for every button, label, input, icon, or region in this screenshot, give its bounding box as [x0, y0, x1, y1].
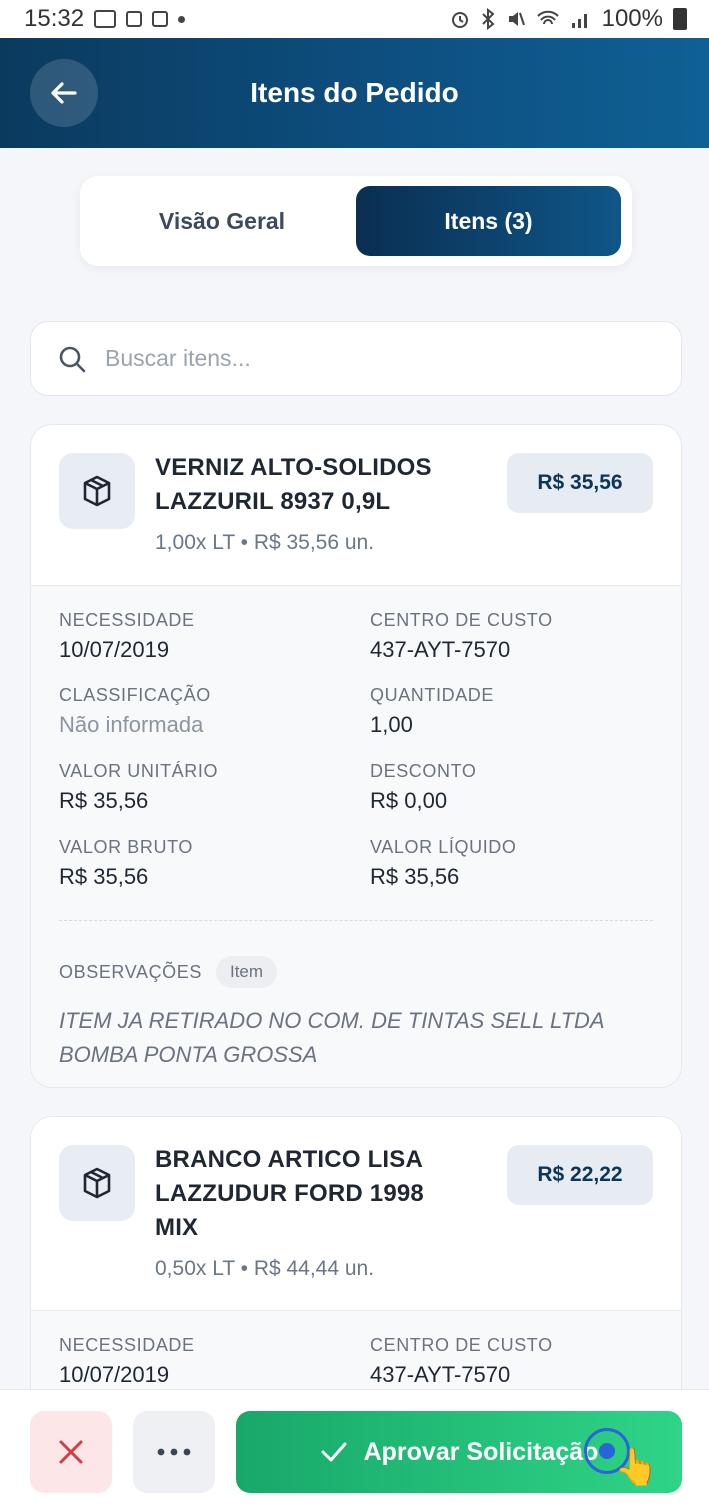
item-unit-price: R$ 35,56 un. — [253, 531, 375, 554]
close-icon — [59, 1440, 83, 1464]
field-necessidade: NECESSIDADE 10/07/2019 — [59, 610, 195, 663]
observations-header: OBSERVAÇÕES Item — [59, 956, 278, 988]
divider — [59, 920, 653, 921]
item-name-line: LAZZURIL 8937 0,9L — [155, 488, 391, 515]
tab-overview[interactable]: Visão Geral — [90, 186, 354, 256]
battery-percent: 100% — [601, 5, 663, 32]
field-valor-bruto: VALOR BRUTO R$ 35,56 — [59, 837, 193, 890]
search-bar — [30, 321, 682, 396]
field-value: 10/07/2019 — [59, 637, 170, 662]
reject-button[interactable] — [30, 1411, 112, 1493]
more-horizontal-icon — [157, 1448, 191, 1456]
notification-icon — [126, 11, 143, 27]
notification-icon — [152, 11, 169, 27]
item-total-badge: R$ 22,22 — [507, 1145, 653, 1205]
item-name-line: VERNIZ ALTO-SOLIDOS — [155, 454, 432, 481]
item-name: VERNIZ ALTO-SOLIDOS LAZZURIL 8937 0,9L — [155, 451, 485, 519]
field-necessidade: NECESSIDADE 10/07/2019 — [59, 1335, 195, 1388]
app-bar: Itens do Pedido — [0, 38, 709, 148]
field-value: R$ 35,56 — [59, 864, 149, 889]
check-icon — [321, 1442, 347, 1462]
arrow-left-icon — [51, 82, 77, 104]
field-value: 10/07/2019 — [59, 1362, 170, 1387]
field-quantidade: QUANTIDADE 1,00 — [370, 685, 494, 738]
item-details: NECESSIDADE 10/07/2019 CENTRO DE CUSTO 4… — [31, 586, 681, 1087]
field-desconto: DESCONTO R$ 0,00 — [370, 761, 476, 814]
item-quantity: 1,00x LT — [155, 531, 235, 554]
field-classificacao: CLASSIFICAÇÃO Não informada — [59, 685, 211, 738]
field-label: CENTRO DE CUSTO — [370, 610, 553, 630]
separator-dot: • — [240, 531, 254, 554]
item-name-line: BRANCO ARTICO LISA — [155, 1146, 424, 1173]
item-quantity-price: 1,00x LT • R$ 35,56 un. — [155, 531, 374, 555]
item-name: BRANCO ARTICO LISA LAZZUDUR FORD 1998 MI… — [155, 1143, 485, 1245]
observations-label: OBSERVAÇÕES — [59, 961, 202, 982]
item-card[interactable]: VERNIZ ALTO-SOLIDOS LAZZURIL 8937 0,9L 1… — [30, 424, 682, 1088]
search-input[interactable] — [105, 345, 665, 372]
item-name-line: LAZZUDUR FORD 1998 — [155, 1180, 424, 1207]
field-valor-liquido: VALOR LÍQUIDO R$ 35,56 — [370, 837, 517, 890]
observations-text: ITEM JA RETIRADO NO COM. DE TINTAS SELL … — [59, 1004, 659, 1072]
field-valor-unitario: VALOR UNITÁRIO R$ 35,56 — [59, 761, 218, 814]
approve-button-label: Aprovar Solicitação — [363, 1437, 599, 1466]
more-options-button[interactable] — [133, 1411, 215, 1493]
observations-chip: Item — [215, 956, 278, 988]
item-card[interactable]: BRANCO ARTICO LISA LAZZUDUR FORD 1998 MI… — [30, 1116, 682, 1436]
field-value: 437-AYT-7570 — [370, 1362, 511, 1387]
field-value: 437-AYT-7570 — [370, 637, 511, 662]
mute-icon — [508, 12, 525, 26]
field-value: R$ 35,56 — [370, 864, 460, 889]
item-quantity: 0,50x LT — [155, 1257, 235, 1280]
separator-dot: • — [240, 1257, 254, 1280]
field-label: CENTRO DE CUSTO — [370, 1335, 553, 1355]
field-label: VALOR BRUTO — [59, 837, 193, 857]
package-icon — [59, 453, 135, 529]
touch-indicator-dot — [599, 1443, 615, 1459]
field-label: NECESSIDADE — [59, 1335, 195, 1355]
item-quantity-price: 0,50x LT • R$ 44,44 un. — [155, 1257, 374, 1281]
status-bar: 15:32 100% — [0, 0, 709, 38]
field-value: Não informada — [59, 712, 204, 737]
field-value: R$ 35,56 — [59, 788, 149, 813]
battery-icon — [673, 8, 687, 30]
search-icon — [59, 346, 86, 372]
pointer-hand-icon: 👆 — [614, 1446, 659, 1487]
field-label: DESCONTO — [370, 761, 477, 781]
field-label: NECESSIDADE — [59, 610, 195, 630]
status-left: 15:32 — [24, 5, 186, 33]
tab-items[interactable]: Itens (3) — [356, 186, 621, 256]
item-card-header: BRANCO ARTICO LISA LAZZUDUR FORD 1998 MI… — [31, 1117, 681, 1311]
segmented-tabs: Visão Geral Itens (3) — [80, 176, 632, 266]
status-time: 15:32 — [24, 5, 85, 32]
field-label: CLASSIFICAÇÃO — [59, 685, 211, 705]
more-notifications-icon — [178, 15, 186, 23]
field-value: R$ 0,00 — [370, 788, 448, 813]
observations-line: BOMBA PONTA GROSSA — [59, 1042, 318, 1067]
field-label: QUANTIDADE — [370, 685, 495, 705]
observations-line: ITEM JA RETIRADO NO COM. DE TINTAS SELL … — [59, 1008, 605, 1033]
page-title: Itens do Pedido — [250, 77, 459, 108]
status-right: 100% — [450, 5, 687, 33]
field-centro-custo: CENTRO DE CUSTO 437-AYT-7570 — [370, 610, 553, 663]
notification-icon — [94, 10, 117, 28]
package-icon — [59, 1145, 135, 1221]
field-label: VALOR LÍQUIDO — [370, 837, 517, 857]
item-card-header: VERNIZ ALTO-SOLIDOS LAZZURIL 8937 0,9L 1… — [31, 425, 681, 586]
alarm-icon — [451, 12, 468, 28]
bluetooth-icon — [481, 8, 495, 30]
field-value: 1,00 — [370, 712, 413, 737]
item-total-badge: R$ 35,56 — [507, 453, 653, 513]
signal-icon — [571, 14, 587, 28]
back-button[interactable] — [30, 59, 98, 127]
item-name-line: MIX — [155, 1214, 199, 1241]
field-label: VALOR UNITÁRIO — [59, 761, 219, 781]
wifi-icon — [536, 10, 559, 25]
field-centro-custo: CENTRO DE CUSTO 437-AYT-7570 — [370, 1335, 553, 1388]
item-unit-price: R$ 44,44 un. — [253, 1257, 375, 1280]
